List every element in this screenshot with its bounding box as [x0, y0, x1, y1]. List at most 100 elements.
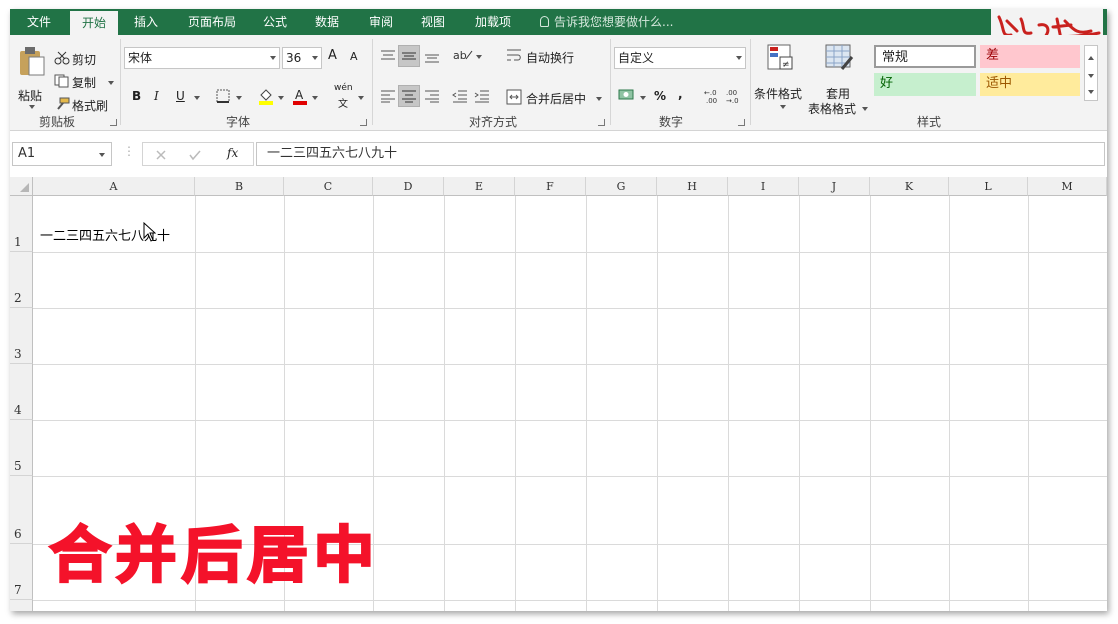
row-header-2[interactable]: 2 — [10, 252, 33, 308]
fill-color-dropdown[interactable] — [278, 96, 284, 100]
chevron-up-icon[interactable] — [1088, 56, 1094, 60]
select-all-button[interactable] — [10, 177, 33, 196]
conditional-format-button[interactable]: 条件格式 — [754, 85, 802, 102]
format-painter-icon[interactable] — [54, 97, 70, 111]
style-bad[interactable]: 差 — [980, 45, 1080, 68]
orientation-icon[interactable]: ab — [452, 47, 474, 63]
row-header-4[interactable]: 4 — [10, 364, 33, 420]
fill-color-icon[interactable] — [258, 87, 274, 105]
column-header-e[interactable]: E — [444, 177, 515, 196]
underline-button[interactable]: U — [176, 89, 185, 103]
tab-addins[interactable]: 加载项 — [466, 9, 520, 35]
row-header-7[interactable]: 7 — [10, 544, 33, 600]
bold-button[interactable]: B — [132, 89, 141, 103]
conditional-format-icon[interactable]: ≠ — [766, 43, 796, 73]
cancel-icon[interactable] — [155, 149, 167, 161]
column-header-g[interactable]: G — [586, 177, 657, 196]
column-header-l[interactable]: L — [949, 177, 1028, 196]
column-header-h[interactable]: H — [657, 177, 728, 196]
column-header-b[interactable]: B — [195, 177, 284, 196]
merge-center-button[interactable]: 合并后居中 — [526, 90, 586, 107]
copy-button[interactable]: 复制 — [72, 74, 96, 91]
cut-button[interactable]: 剪切 — [72, 51, 96, 68]
orientation-dropdown[interactable] — [476, 55, 482, 59]
row-header-5[interactable]: 5 — [10, 420, 33, 476]
row-header-6[interactable]: 6 — [10, 476, 33, 544]
column-header-f[interactable]: F — [515, 177, 586, 196]
row-header-3[interactable]: 3 — [10, 308, 33, 364]
column-header-m[interactable]: M — [1028, 177, 1107, 196]
italic-button[interactable]: I — [154, 89, 159, 103]
phonetic-bottom[interactable]: 文 — [338, 95, 348, 110]
style-neutral[interactable]: 适中 — [980, 73, 1080, 96]
column-header-a[interactable]: A — [33, 177, 195, 196]
worksheet-grid[interactable]: A B C D E F G H I J K L M 1 2 3 4 5 6 7 — [10, 177, 1107, 611]
increase-decimal-icon[interactable]: ←.0.00 — [702, 87, 722, 105]
merge-center-icon[interactable] — [506, 89, 522, 105]
tab-view[interactable]: 视图 — [412, 9, 454, 35]
column-header-k[interactable]: K — [870, 177, 949, 196]
decrease-indent-icon[interactable] — [452, 89, 468, 103]
tab-page-layout[interactable]: 页面布局 — [180, 9, 244, 35]
percent-button[interactable]: % — [654, 89, 666, 103]
wrap-text-button[interactable]: 自动换行 — [526, 49, 574, 66]
phonetic-top[interactable]: wén — [334, 83, 353, 93]
currency-icon[interactable] — [618, 87, 636, 103]
paste-dropdown[interactable] — [29, 105, 35, 109]
tab-home[interactable]: 开始 — [70, 11, 118, 35]
font-color-icon[interactable]: A — [292, 87, 308, 105]
name-box[interactable]: A1 — [12, 142, 112, 166]
paste-icon[interactable] — [18, 45, 46, 77]
increase-indent-icon[interactable] — [474, 89, 490, 103]
tab-review[interactable]: 审阅 — [360, 9, 402, 35]
column-header-i[interactable]: I — [728, 177, 799, 196]
alignment-launcher-icon[interactable] — [598, 119, 605, 126]
enter-check-icon[interactable] — [189, 149, 201, 161]
conditional-format-dropdown[interactable] — [780, 105, 786, 109]
format-painter-button[interactable]: 格式刷 — [72, 97, 108, 114]
clipboard-launcher-icon[interactable] — [110, 119, 117, 126]
tab-data[interactable]: 数据 — [306, 9, 348, 35]
grow-font-button[interactable]: A — [328, 48, 337, 63]
font-launcher-icon[interactable] — [360, 119, 367, 126]
number-launcher-icon[interactable] — [738, 119, 745, 126]
currency-dropdown[interactable] — [640, 96, 646, 100]
format-table-line2[interactable]: 表格格式 — [808, 100, 856, 117]
font-name-select[interactable]: 宋体 — [124, 47, 280, 69]
number-format-select[interactable]: 自定义 — [614, 47, 746, 69]
align-bottom-icon[interactable] — [424, 49, 440, 63]
style-normal[interactable]: 常规 — [874, 45, 976, 68]
row-header-1[interactable]: 1 — [10, 196, 33, 252]
font-size-select[interactable]: 36 — [282, 47, 322, 69]
align-right-icon[interactable] — [424, 89, 440, 103]
tab-insert[interactable]: 插入 — [124, 9, 168, 35]
column-header-j[interactable]: J — [799, 177, 870, 196]
styles-scroll[interactable] — [1084, 45, 1098, 101]
column-header-c[interactable]: C — [284, 177, 373, 196]
chevron-down-icon[interactable] — [99, 153, 105, 157]
border-dropdown[interactable] — [236, 96, 242, 100]
column-header-d[interactable]: D — [373, 177, 444, 196]
comma-button[interactable]: , — [678, 87, 683, 101]
align-left-icon[interactable] — [380, 89, 396, 103]
insert-function-button[interactable]: fx — [227, 146, 238, 160]
row-header-8[interactable] — [10, 600, 33, 611]
format-as-table-icon[interactable] — [824, 43, 854, 73]
merge-dropdown[interactable] — [596, 97, 602, 101]
decrease-decimal-icon[interactable]: .00→.0 — [724, 87, 744, 105]
underline-dropdown[interactable] — [194, 96, 200, 100]
more-styles-icon[interactable] — [1088, 90, 1094, 94]
wrap-text-icon[interactable] — [506, 48, 522, 64]
font-color-dropdown[interactable] — [312, 96, 318, 100]
copy-icon[interactable] — [54, 74, 70, 88]
scissors-icon[interactable] — [54, 51, 70, 65]
shrink-font-button[interactable]: A — [350, 50, 358, 63]
chevron-down-icon[interactable] — [1088, 74, 1094, 78]
tab-file[interactable]: 文件 — [16, 9, 62, 35]
tell-me-box[interactable]: 告诉我您想要做什么... — [540, 9, 673, 35]
style-good[interactable]: 好 — [874, 73, 976, 96]
paste-label[interactable]: 粘贴 — [18, 87, 42, 104]
align-top-icon[interactable] — [380, 49, 396, 63]
tab-formulas[interactable]: 公式 — [254, 9, 296, 35]
format-table-dropdown[interactable] — [862, 107, 868, 111]
